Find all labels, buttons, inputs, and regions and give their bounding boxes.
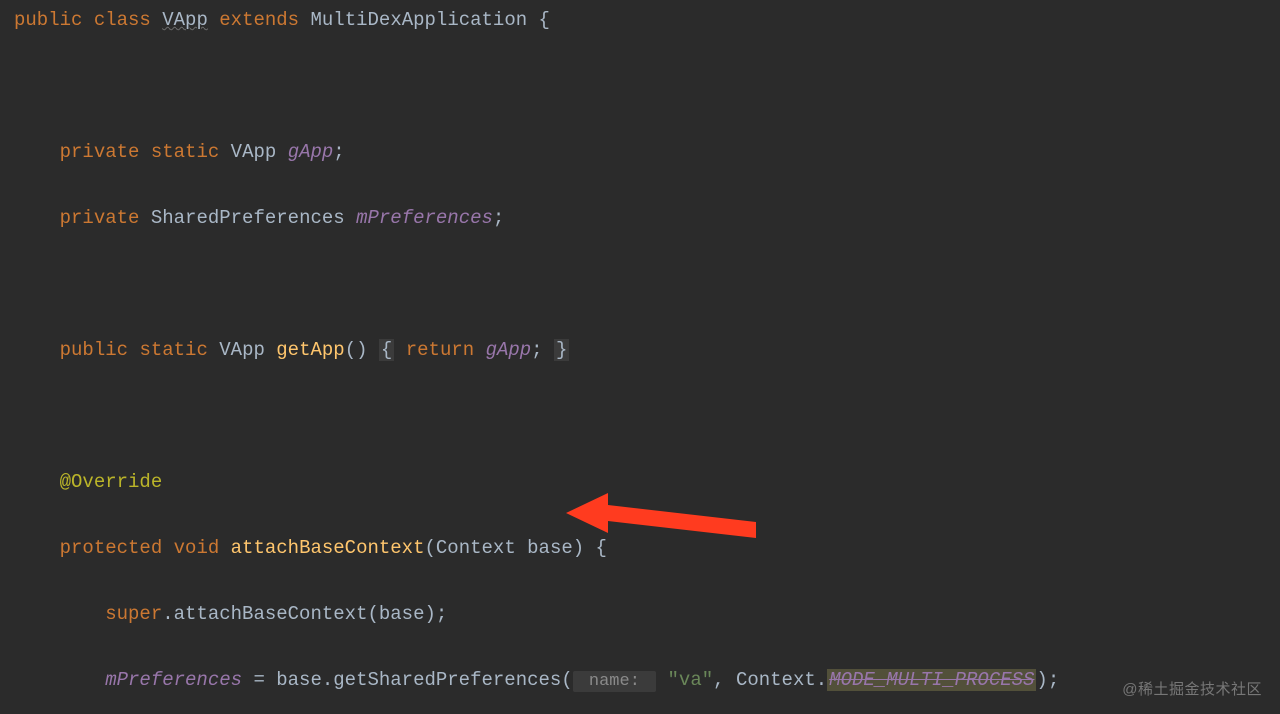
keyword: private xyxy=(60,207,140,229)
code-editor[interactable]: public class VApp extends MultiDexApplic… xyxy=(0,0,1280,714)
paren-brace: ) { xyxy=(573,537,607,559)
code-line xyxy=(14,70,1280,103)
superclass: MultiDexApplication xyxy=(311,9,528,31)
call: .attachBaseContext(base); xyxy=(162,603,447,625)
keyword: class xyxy=(94,9,151,31)
semi: ; xyxy=(333,141,344,163)
comma: , xyxy=(713,669,736,691)
code-line: public static VApp getApp() { return gAp… xyxy=(14,334,1280,367)
code-block[interactable]: public class VApp extends MultiDexApplic… xyxy=(0,0,1280,714)
semi: ; xyxy=(493,207,504,229)
text: ); xyxy=(1036,669,1059,691)
code-line: private SharedPreferences mPreferences; xyxy=(14,202,1280,235)
text: = base.getSharedPreferences( xyxy=(242,669,573,691)
type: SharedPreferences xyxy=(151,207,345,229)
keyword: return xyxy=(406,339,474,361)
fold-start[interactable]: { xyxy=(379,339,394,361)
class-name: VApp xyxy=(162,9,208,31)
code-line: @Override xyxy=(14,466,1280,499)
code-line xyxy=(14,268,1280,301)
keyword: extends xyxy=(219,9,299,31)
string: "va" xyxy=(668,669,714,691)
field: gApp xyxy=(288,141,334,163)
code-line xyxy=(14,400,1280,433)
field-ref: mPreferences xyxy=(105,669,242,691)
keyword: static xyxy=(139,339,207,361)
keyword: static xyxy=(151,141,219,163)
field: mPreferences xyxy=(356,207,493,229)
brace: { xyxy=(527,9,550,31)
type: VApp xyxy=(219,339,265,361)
method-name: getApp xyxy=(276,339,344,361)
class-ref: Context xyxy=(736,669,816,691)
keyword: private xyxy=(60,141,140,163)
param-hint: name: xyxy=(573,671,656,692)
keyword: void xyxy=(174,537,220,559)
annotation: @Override xyxy=(60,471,163,493)
code-line: public class VApp extends MultiDexApplic… xyxy=(14,4,1280,37)
field-ref: gApp xyxy=(486,339,532,361)
keyword: protected xyxy=(60,537,163,559)
code-line: super.attachBaseContext(base); xyxy=(14,598,1280,631)
fold-end[interactable]: } xyxy=(554,339,569,361)
deprecated-const: MODE_MULTI_PROCESS xyxy=(827,669,1036,691)
method-name: attachBaseContext xyxy=(231,537,425,559)
type: VApp xyxy=(231,141,277,163)
semi: ; xyxy=(531,339,542,361)
code-line: protected void attachBaseContext(Context… xyxy=(14,532,1280,565)
keyword: public xyxy=(60,339,128,361)
watermark: @稀土掘金技术社区 xyxy=(1122,673,1262,706)
parens: () xyxy=(345,339,368,361)
code-line: private static VApp gApp; xyxy=(14,136,1280,169)
param: base xyxy=(527,537,573,559)
paren: ( xyxy=(425,537,436,559)
keyword: public xyxy=(14,9,82,31)
dot: . xyxy=(816,669,827,691)
code-line: mPreferences = base.getSharedPreferences… xyxy=(14,664,1280,698)
keyword: super xyxy=(105,603,162,625)
type: Context xyxy=(436,537,516,559)
